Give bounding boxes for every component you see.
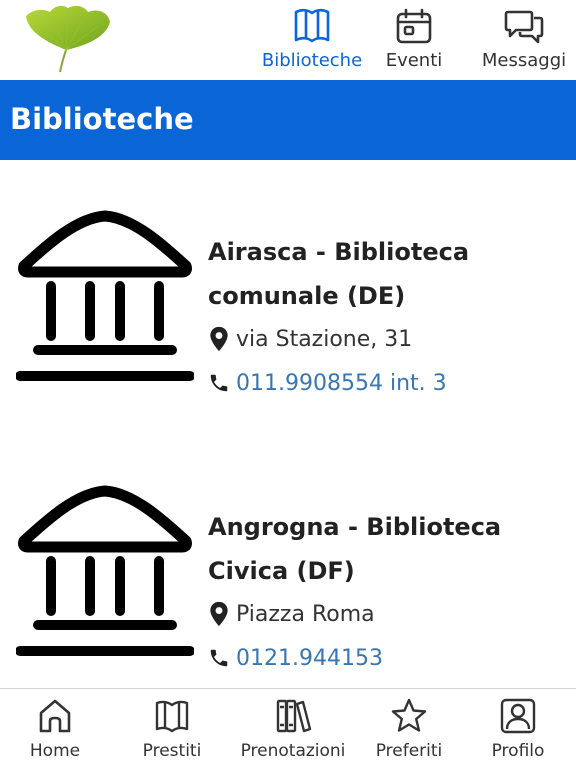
library-address: Piazza Roma [236, 601, 375, 627]
books-icon [276, 699, 312, 733]
bottomnav-label: Prestiti [142, 741, 202, 761]
bottomnav-label: Prenotazioni [240, 741, 346, 761]
bottomnav-label: Preferiti [375, 741, 443, 761]
topnav-biblioteche[interactable]: Biblioteche [252, 6, 372, 76]
bottomnav-label: Home [29, 741, 81, 761]
library-building-icon [16, 485, 194, 656]
topnav-messaggi[interactable]: Messaggi [476, 6, 572, 76]
bottomnav-prenotazioni[interactable]: Prenotazioni [230, 697, 356, 763]
home-icon [39, 699, 71, 733]
library-building-icon [16, 210, 194, 381]
phone-icon [210, 374, 228, 392]
page-header: Biblioteche [0, 80, 576, 160]
map-pin-icon [210, 601, 228, 627]
topnav-label: Messaggi [481, 50, 567, 71]
library-card[interactable]: Airasca - Biblioteca comunale (DE) via S… [0, 210, 576, 460]
calendar-icon [396, 8, 432, 44]
address-row: via Stazione, 31 [208, 326, 412, 352]
map-pin-icon [210, 326, 228, 352]
top-bar: Biblioteche Eventi Messaggi [0, 0, 576, 80]
topnav-label: Biblioteche [261, 50, 363, 71]
library-name: Angrogna - Biblioteca Civica (DF) [208, 513, 502, 585]
bottomnav-label: Profilo [491, 741, 545, 761]
chat-icon [504, 10, 544, 44]
star-icon [391, 698, 427, 732]
library-card[interactable]: Angrogna - Biblioteca Civica (DF) Piazza… [0, 485, 576, 688]
phone-row[interactable]: 0121.944153 [208, 645, 383, 671]
library-phone-link[interactable]: 0121.944153 [236, 646, 383, 671]
library-phone-link[interactable]: 011.9908554 int. 3 [236, 371, 447, 396]
topnav-label: Eventi [385, 50, 443, 71]
bottomnav-profilo[interactable]: Profilo [480, 697, 556, 763]
library-name: Airasca - Biblioteca comunale (DE) [208, 238, 470, 310]
bottomnav-home[interactable]: Home [22, 697, 88, 763]
page-title: Biblioteche [10, 102, 194, 136]
address-row: Piazza Roma [208, 601, 375, 627]
book-open-icon [155, 700, 189, 733]
topnav-eventi[interactable]: Eventi [380, 6, 448, 76]
user-icon [500, 698, 536, 734]
bottomnav-preferiti[interactable]: Preferiti [366, 697, 452, 763]
bottomnav-prestiti[interactable]: Prestiti [132, 697, 212, 763]
ginkgo-leaf-logo [26, 5, 110, 73]
phone-icon [210, 649, 228, 667]
library-address: via Stazione, 31 [236, 326, 413, 352]
book-icon [294, 8, 330, 43]
library-list[interactable]: Airasca - Biblioteca comunale (DE) via S… [0, 160, 576, 688]
bottom-nav: Home Prestiti Prenotazioni Preferiti Pro… [0, 688, 576, 768]
phone-row[interactable]: 011.9908554 int. 3 [208, 370, 447, 396]
